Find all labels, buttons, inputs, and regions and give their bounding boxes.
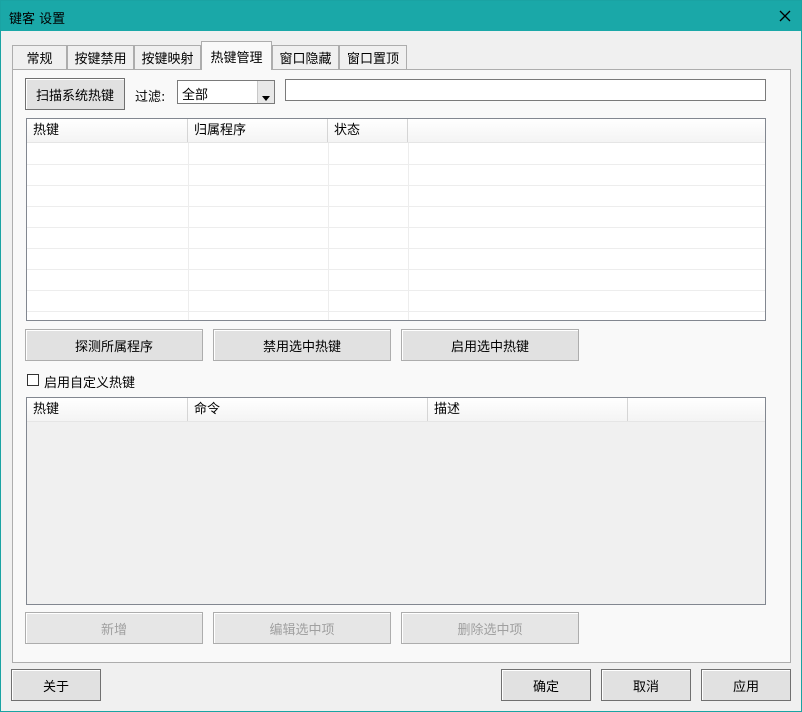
column-header-command[interactable]: 命令 xyxy=(188,398,428,421)
tab-window-pin[interactable]: 窗口置顶 xyxy=(339,45,407,69)
enable-custom-hotkeys-label[interactable]: 启用自定义热键 xyxy=(44,372,135,391)
delete-selected-button[interactable]: 删除选中项 xyxy=(401,612,579,644)
scan-hotkeys-button[interactable]: 扫描系统热键 xyxy=(25,78,125,110)
dropdown-arrow[interactable] xyxy=(257,81,274,103)
custom-hotkey-list[interactable]: 热键 命令 描述 xyxy=(26,397,766,605)
disable-selected-hotkey-button[interactable]: 禁用选中热键 xyxy=(213,329,391,361)
column-header-description[interactable]: 描述 xyxy=(428,398,628,421)
tab-hotkey-management[interactable]: 热键管理 xyxy=(201,41,272,70)
column-header-filler xyxy=(628,398,765,421)
edit-selected-button[interactable]: 编辑选中项 xyxy=(213,612,391,644)
add-button[interactable]: 新增 xyxy=(25,612,203,644)
custom-list-header: 热键 命令 描述 xyxy=(27,398,765,422)
tab-general[interactable]: 常规 xyxy=(12,45,67,69)
tab-key-disable[interactable]: 按键禁用 xyxy=(67,45,134,69)
tab-window-hide[interactable]: 窗口隐藏 xyxy=(272,45,339,69)
filter-selected-value: 全部 xyxy=(182,88,209,103)
tab-key-mapping[interactable]: 按键映射 xyxy=(134,45,201,69)
hotkey-list[interactable]: 热键 归属程序 状态 xyxy=(26,118,766,321)
column-header-hotkey[interactable]: 热键 xyxy=(27,119,188,142)
window-title: 键客 设置 xyxy=(9,12,66,27)
empty-row xyxy=(27,207,765,228)
column-header-owner[interactable]: 归属程序 xyxy=(188,119,328,142)
ok-button[interactable]: 确定 xyxy=(501,669,591,701)
title-bar[interactable]: 键客 设置 xyxy=(0,0,802,31)
column-header-hotkey[interactable]: 热键 xyxy=(27,398,188,421)
filter-label: 过滤: xyxy=(135,90,166,105)
column-header-status[interactable]: 状态 xyxy=(328,119,408,142)
empty-row xyxy=(27,312,765,320)
empty-row xyxy=(27,291,765,312)
empty-row xyxy=(27,144,765,165)
empty-row xyxy=(27,270,765,291)
enable-selected-hotkey-button[interactable]: 启用选中热键 xyxy=(401,329,579,361)
close-icon xyxy=(778,9,792,23)
filter-select[interactable]: 全部 xyxy=(177,80,275,104)
column-header-filler xyxy=(408,119,765,142)
apply-button[interactable]: 应用 xyxy=(701,669,791,701)
chevron-down-icon xyxy=(262,90,270,101)
close-button[interactable] xyxy=(768,0,802,31)
about-button[interactable]: 关于 xyxy=(11,669,101,701)
empty-row xyxy=(27,249,765,270)
hotkey-list-header: 热键 归属程序 状态 xyxy=(27,119,765,143)
enable-custom-hotkeys-checkbox[interactable] xyxy=(27,374,39,386)
detect-owner-button[interactable]: 探测所属程序 xyxy=(25,329,203,361)
empty-row xyxy=(27,186,765,207)
empty-row xyxy=(27,228,765,249)
cancel-button[interactable]: 取消 xyxy=(601,669,691,701)
empty-row xyxy=(27,165,765,186)
filter-search-input[interactable] xyxy=(285,79,766,101)
